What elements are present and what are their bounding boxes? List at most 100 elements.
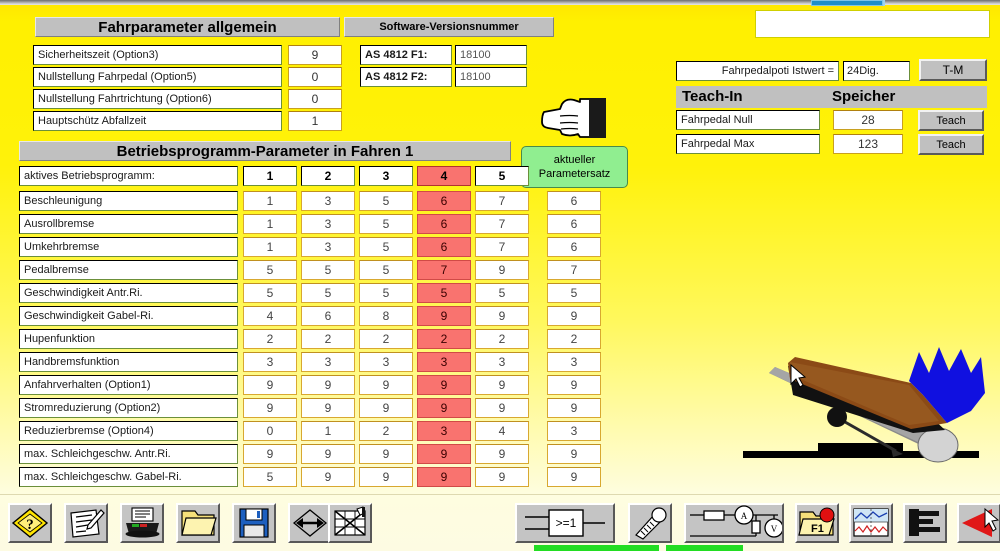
row-cell[interactable]: 5 [301,260,355,280]
signal-plot-icon-button[interactable] [849,503,893,543]
printer-icon-button[interactable] [120,503,164,543]
row-cell[interactable]: 1 [301,421,355,441]
bar-steps-icon-button[interactable] [903,503,947,543]
row-cell[interactable]: 9 [301,375,355,395]
row-cell[interactable]: 5 [359,260,413,280]
edit-note-icon-button[interactable] [64,503,108,543]
row-cell[interactable]: 9 [475,306,529,326]
row-cell[interactable]: 9 [243,444,297,464]
program-column-header-2[interactable]: 2 [301,166,355,186]
floppy-save-icon-button[interactable] [232,503,276,543]
aktueller-parametersatz-box: aktueller Parametersatz [521,146,628,188]
program-column-header-1[interactable]: 1 [243,166,297,186]
row-cell[interactable]: 5 [243,467,297,487]
row-cell[interactable]: 5 [301,283,355,303]
row-cell-active[interactable]: 6 [417,214,471,234]
program-column-header-4[interactable]: 4 [417,166,471,186]
folder-open-icon-button[interactable] [176,503,220,543]
logic-gate-icon-button[interactable]: >=1 [515,503,615,543]
window-tab-next[interactable] [883,0,885,6]
row-cell[interactable]: 5 [243,260,297,280]
row-cell[interactable]: 7 [475,214,529,234]
row-cell[interactable]: 3 [243,352,297,372]
row-cell[interactable]: 2 [475,329,529,349]
row-cell[interactable]: 1 [243,191,297,211]
status-strip-left[interactable] [534,545,659,551]
row-cell-active[interactable]: 3 [417,421,471,441]
row-cell[interactable]: 0 [243,421,297,441]
row-cell[interactable]: 5 [359,214,413,234]
row-cell[interactable]: 1 [243,214,297,234]
row-cell-active[interactable]: 9 [417,398,471,418]
row-cell[interactable]: 9 [475,260,529,280]
row-cell-active[interactable]: 9 [417,306,471,326]
row-cell[interactable]: 2 [301,329,355,349]
row-cell-active[interactable]: 9 [417,444,471,464]
row-cell[interactable]: 3 [301,352,355,372]
row-cell[interactable]: 9 [475,398,529,418]
fahrparameter-value-3[interactable]: 1 [288,111,342,131]
row-cell[interactable]: 9 [475,444,529,464]
row-cell[interactable]: 9 [301,444,355,464]
row-cell[interactable]: 9 [475,375,529,395]
row-cell[interactable]: 7 [475,191,529,211]
row-cell-active[interactable]: 9 [417,467,471,487]
row-cell-active[interactable]: 3 [417,352,471,372]
circuit-meter-icon-button[interactable]: A V [684,503,784,543]
aktueller-parametersatz-line1: aktueller [553,154,596,166]
row-cell[interactable]: 9 [475,467,529,487]
row-cell[interactable]: 9 [301,398,355,418]
chart-cross-icon-button[interactable] [328,503,372,543]
row-cell[interactable]: 9 [359,444,413,464]
row-cell[interactable]: 2 [359,329,413,349]
window-tab-active[interactable] [811,0,883,6]
row-cell[interactable]: 9 [359,467,413,487]
program-column-header-3[interactable]: 3 [359,166,413,186]
exchange-icon-button[interactable] [288,503,332,543]
row-cell[interactable]: 3 [301,237,355,257]
row-cell[interactable]: 9 [359,398,413,418]
program-column-header-5[interactable]: 5 [475,166,529,186]
red-arrow-icon-button[interactable] [957,503,1000,543]
row-cell[interactable]: 3 [301,214,355,234]
row-cell[interactable]: 5 [359,191,413,211]
row-cell-active[interactable]: 2 [417,329,471,349]
row-cell[interactable]: 9 [243,398,297,418]
fahrpedalpoti-istwert-value: 24Dig. [843,61,910,81]
row-label: Handbremsfunktion [19,352,238,372]
row-cell-active[interactable]: 6 [417,191,471,211]
fahrparameter-value-1[interactable]: 0 [288,67,342,87]
row-cell[interactable]: 3 [359,352,413,372]
row-cell[interactable]: 6 [301,306,355,326]
row-cell[interactable]: 3 [475,352,529,372]
row-cell-active[interactable]: 7 [417,260,471,280]
teach-button-1[interactable]: Teach [918,134,984,155]
fahrparameter-value-2[interactable]: 0 [288,89,342,109]
row-cell[interactable]: 1 [243,237,297,257]
help-icon-button[interactable]: ? [8,503,52,543]
row-cell[interactable]: 7 [475,237,529,257]
row-cell[interactable]: 4 [475,421,529,441]
tm-button[interactable]: T-M [919,59,987,81]
teach-button-0[interactable]: Teach [918,110,984,131]
row-cell[interactable]: 8 [359,306,413,326]
row-cell[interactable]: 9 [359,375,413,395]
row-cell[interactable]: 5 [475,283,529,303]
thermometer-icon-button[interactable] [628,503,672,543]
row-cell-active[interactable]: 9 [417,375,471,395]
row-cell[interactable]: 9 [243,375,297,395]
fahrparameter-value-0[interactable]: 9 [288,45,342,65]
row-cell[interactable]: 5 [359,283,413,303]
row-cell[interactable]: 2 [243,329,297,349]
teachin-header-bar: Teach-In Speicher [676,86,987,108]
row-cell[interactable]: 2 [359,421,413,441]
row-cell-active[interactable]: 6 [417,237,471,257]
folder-f1-icon-button[interactable]: F1 [795,503,839,543]
row-cell[interactable]: 3 [301,191,355,211]
row-cell[interactable]: 4 [243,306,297,326]
row-cell-active[interactable]: 5 [417,283,471,303]
row-cell[interactable]: 9 [301,467,355,487]
row-cell[interactable]: 5 [359,237,413,257]
status-strip-right[interactable] [666,545,743,551]
row-cell[interactable]: 5 [243,283,297,303]
